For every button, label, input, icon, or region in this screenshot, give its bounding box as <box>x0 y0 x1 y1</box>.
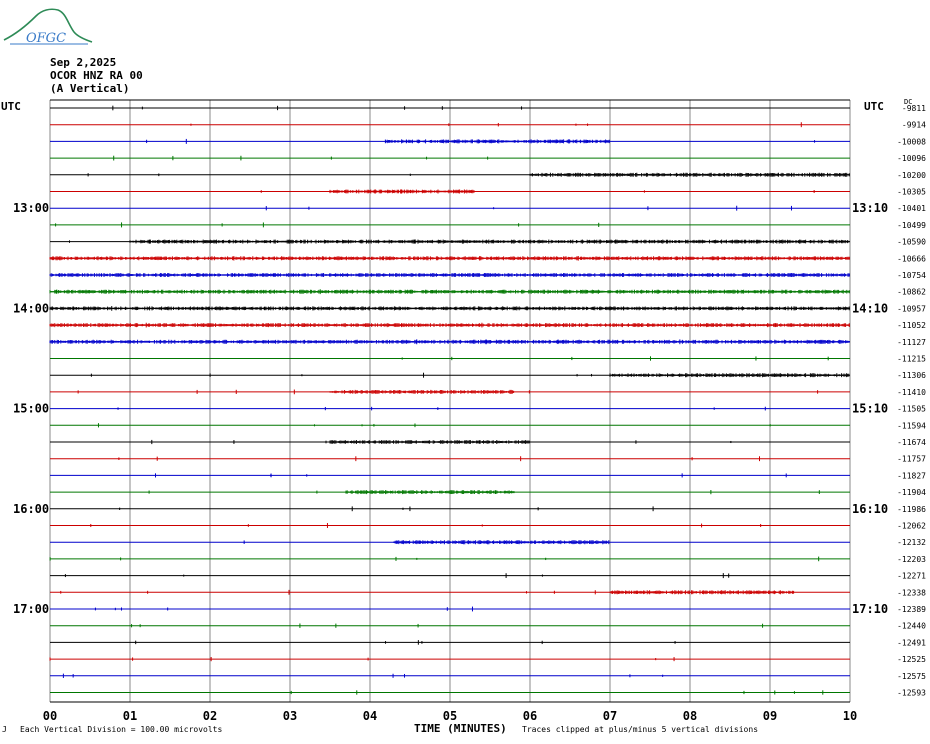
dc-offset-label: -10200 <box>897 171 926 180</box>
dc-offset-label: -11757 <box>897 455 926 464</box>
dc-offset-label: -12491 <box>897 638 926 647</box>
dc-offset-label: -10401 <box>897 204 926 213</box>
dc-offset-label: -12203 <box>897 555 926 564</box>
time-label-right: 14:10 <box>852 301 888 315</box>
dc-offset-label: -12338 <box>897 588 926 597</box>
dc-offset-label: -12525 <box>897 655 926 664</box>
dc-offset-label: -12575 <box>897 672 926 681</box>
dc-offset-label: -11127 <box>897 338 926 347</box>
dc-offset-label: -10096 <box>897 154 926 163</box>
helicorder-chart: -9811 -9914 -10008 -10096 -10200 -10305 -10401… <box>13 99 926 723</box>
trace-noise <box>329 440 530 444</box>
dc-offset-label: -11904 <box>897 488 926 497</box>
dc-offset-label: -12062 <box>897 522 926 531</box>
dc-offset-label: -10754 <box>897 271 926 280</box>
dc-offset-label: -11505 <box>897 405 926 414</box>
x-tick-label: 09 <box>763 709 777 723</box>
trace-noise <box>49 256 850 261</box>
dc-offset-label: -11986 <box>897 505 926 514</box>
time-label-right: 17:10 <box>852 602 888 616</box>
trace-noise <box>345 490 515 495</box>
dc-offset-label: -11410 <box>897 388 926 397</box>
dc-offset-label: -11827 <box>897 471 926 480</box>
x-tick-label: 07 <box>603 709 617 723</box>
dc-offset-label: -10590 <box>897 238 926 247</box>
dc-offset-label: -10957 <box>897 304 926 313</box>
dc-offset-label: -9914 <box>902 121 926 130</box>
time-label-left: 14:00 <box>13 301 49 315</box>
x-tick-label: 04 <box>363 709 377 723</box>
dc-offset-label: -10862 <box>897 288 926 297</box>
dc-offset-label: -11215 <box>897 355 926 364</box>
x-tick-label: 01 <box>123 709 137 723</box>
time-label-left: 16:00 <box>13 502 49 516</box>
dc-offset-label: -12389 <box>897 605 926 614</box>
dc-offset-label: -11674 <box>897 438 926 447</box>
dc-offset-label: -10008 <box>897 137 926 146</box>
dc-offset-label: -11594 <box>897 421 926 430</box>
time-label-left: 13:00 <box>13 201 49 215</box>
dc-offset-label: -12132 <box>897 538 926 547</box>
x-tick-label: 03 <box>283 709 297 723</box>
trace-noise <box>385 139 610 144</box>
time-label-right: 13:10 <box>852 201 888 215</box>
x-tick-label: 05 <box>443 709 457 723</box>
dc-offset-label: -10499 <box>897 221 926 230</box>
footer-mark: J <box>2 725 7 734</box>
trace-noise <box>329 189 475 194</box>
time-label-right: 16:10 <box>852 502 888 516</box>
dc-offset-label: -12271 <box>897 572 926 581</box>
dc-offset-label: -10666 <box>897 254 926 263</box>
x-tick-label: 02 <box>203 709 217 723</box>
time-label-right: 15:10 <box>852 402 888 416</box>
dc-offset-label: -9811 <box>902 104 926 113</box>
x-axis-title: TIME (MINUTES) <box>414 722 507 735</box>
x-tick-label: 06 <box>523 709 537 723</box>
dc-offset-label: -10305 <box>897 188 926 197</box>
time-label-left: 17:00 <box>13 602 49 616</box>
dc-offset-label: -12440 <box>897 622 926 631</box>
dc-offset-label: -11306 <box>897 371 926 380</box>
scale-note: Each Vertical Division = 100.00 microvol… <box>20 725 223 734</box>
dc-offset-label: -12593 <box>897 689 926 698</box>
dc-offset-label: -11052 <box>897 321 926 330</box>
x-tick-label: 10 <box>843 709 857 723</box>
x-tick-label: 08 <box>683 709 697 723</box>
time-label-left: 15:00 <box>13 402 49 416</box>
trace-noise <box>529 172 850 177</box>
clip-note: Traces clipped at plus/minus 5 vertical … <box>522 725 759 734</box>
x-tick-label: 00 <box>43 709 57 723</box>
